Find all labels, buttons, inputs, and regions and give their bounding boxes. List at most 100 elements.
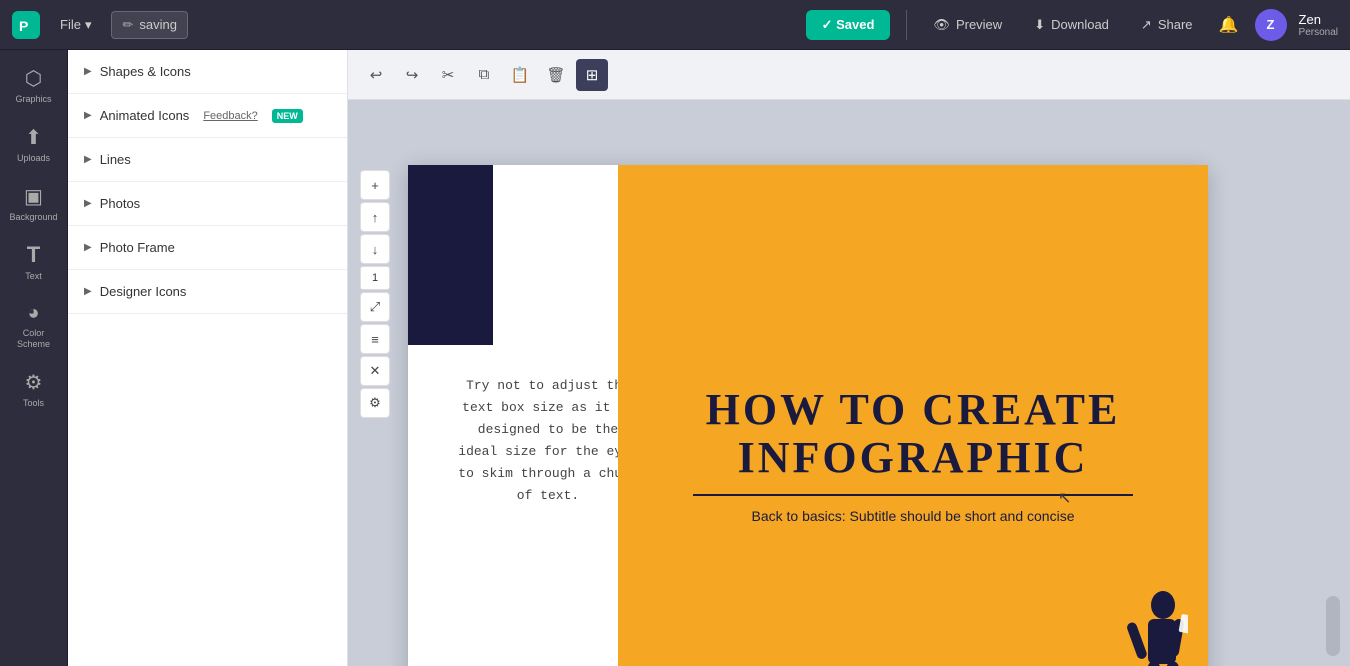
undo-button[interactable]: ↩ — [360, 59, 392, 91]
canvas-title-line1: HOW TO CREATE — [706, 386, 1121, 434]
animated-icons-header[interactable]: ▶ Animated Icons Feedback? NEW — [68, 94, 347, 137]
user-role: Personal — [1299, 27, 1338, 38]
sidebar-item-graphics-label: Graphics — [15, 94, 51, 105]
photos-label: Photos — [100, 196, 140, 211]
sidebar-item-uploads[interactable]: ⬆ Uploads — [5, 117, 63, 172]
grid-button[interactable]: ⊞ — [576, 59, 608, 91]
chevron-right-icon: ▶ — [84, 66, 92, 77]
download-icon: ⬇ — [1034, 17, 1045, 33]
preview-icon: 👁 — [933, 17, 950, 33]
canvas-work[interactable]: + ↑ ↓ 1 ⤢ ≡ ✕ ⚙ Try not to adjust the te… — [348, 100, 1350, 666]
sidebar-item-tools[interactable]: ⚙ Tools — [5, 362, 63, 417]
sidebar-item-color-scheme[interactable]: ◕ Color Scheme — [5, 294, 63, 358]
expand-up-button[interactable]: ↑ — [360, 202, 390, 232]
canvas-title-divider — [693, 494, 1133, 496]
lines-label: Lines — [100, 152, 131, 167]
share-icon: ↗ — [1141, 17, 1152, 33]
copy-button[interactable]: ⧉ — [468, 59, 500, 91]
close-float-button[interactable]: ✕ — [360, 356, 390, 386]
canvas-title-line2: INFOGRAPHIC — [706, 434, 1121, 482]
sidebar-item-text[interactable]: T Text — [5, 234, 63, 290]
download-button[interactable]: ⬇ Download — [1024, 11, 1119, 39]
chevron-right-icon-6: ▶ — [84, 286, 92, 297]
sidebar-item-background-label: Background — [9, 212, 57, 223]
canvas-person-figure — [1108, 585, 1188, 666]
sidebar-item-graphics[interactable]: ⬡ Graphics — [5, 58, 63, 113]
shapes-icons-header[interactable]: ▶ Shapes & Icons — [68, 50, 347, 93]
sidebar-item-text-label: Text — [25, 271, 42, 282]
user-name: Zen — [1299, 12, 1338, 27]
text-icon: T — [27, 242, 40, 268]
canvas-dark-block — [408, 165, 493, 345]
panel-section-designer-icons: ▶ Designer Icons — [68, 270, 347, 314]
share-button[interactable]: ↗ Share — [1131, 11, 1203, 39]
delete-button[interactable]: 🗑 — [540, 59, 572, 91]
notification-button[interactable]: 🔔 — [1215, 11, 1243, 39]
share-label: Share — [1158, 17, 1193, 32]
scrollbar-vertical[interactable] — [1326, 596, 1340, 656]
photos-header[interactable]: ▶ Photos — [68, 182, 347, 225]
chevron-right-icon-5: ▶ — [84, 242, 92, 253]
panel-section-photos: ▶ Photos — [68, 182, 347, 226]
preview-button[interactable]: 👁 Preview — [923, 11, 1012, 39]
header: P File ▾ ✏ saving ✓ Saved 👁 Preview ⬇ Do… — [0, 0, 1350, 50]
preview-label: Preview — [956, 17, 1002, 32]
file-menu[interactable]: File ▾ — [52, 13, 99, 37]
canvas-main-title: HOW TO CREATE INFOGRAPHIC — [706, 386, 1121, 483]
filename-input[interactable]: ✏ saving — [111, 11, 187, 39]
file-menu-label: File — [60, 17, 81, 32]
sidebar-item-uploads-label: Uploads — [17, 153, 50, 164]
avatar[interactable]: Z — [1255, 9, 1287, 41]
chevron-right-icon-3: ▶ — [84, 154, 92, 165]
new-badge: NEW — [272, 109, 303, 123]
user-info: Zen Personal — [1299, 12, 1338, 38]
feedback-link[interactable]: Feedback? — [203, 110, 257, 122]
page-number: 1 — [360, 266, 390, 290]
uploads-icon: ⬆ — [25, 125, 42, 150]
download-label: Download — [1051, 17, 1109, 32]
shapes-icons-label: Shapes & Icons — [100, 64, 191, 79]
graphics-icon: ⬡ — [25, 66, 42, 91]
sidebar: ⬡ Graphics ⬆ Uploads ▣ Background T Text… — [0, 50, 68, 666]
canvas-area: ↩ ↪ ✂ ⧉ 📋 🗑 ⊞ + ↑ ↓ 1 ⤢ ≡ ✕ ⚙ — [348, 50, 1350, 666]
pencil-icon: ✏ — [122, 17, 133, 33]
canvas-subtitle: Back to basics: Subtitle should be short… — [752, 508, 1075, 524]
saved-button[interactable]: ✓ Saved — [806, 10, 891, 40]
panel-section-photo-frame: ▶ Photo Frame — [68, 226, 347, 270]
canvas-right-panel: HOW TO CREATE INFOGRAPHIC Back to basics… — [618, 165, 1208, 666]
panel-section-lines: ▶ Lines — [68, 138, 347, 182]
canvas-body-text: Try not to adjust the text box size as i… — [458, 375, 638, 508]
fit-button[interactable]: ⤢ — [360, 292, 390, 322]
main-layout: ⬡ Graphics ⬆ Uploads ▣ Background T Text… — [0, 50, 1350, 666]
design-canvas[interactable]: Try not to adjust the text box size as i… — [408, 165, 1208, 666]
cut-button[interactable]: ✂ — [432, 59, 464, 91]
animated-icons-label: Animated Icons — [100, 108, 190, 123]
canvas-body-text-content: Try not to adjust the text box size as i… — [458, 378, 637, 503]
redo-button[interactable]: ↪ — [396, 59, 428, 91]
float-toolbar: + ↑ ↓ 1 ⤢ ≡ ✕ ⚙ — [360, 170, 390, 418]
add-page-button[interactable]: + — [360, 170, 390, 200]
lines-header[interactable]: ▶ Lines — [68, 138, 347, 181]
background-icon: ▣ — [24, 184, 43, 209]
designer-icons-header[interactable]: ▶ Designer Icons — [68, 270, 347, 313]
sidebar-item-background[interactable]: ▣ Background — [5, 176, 63, 231]
filename-text: saving — [139, 17, 177, 32]
settings-float-button[interactable]: ⚙ — [360, 388, 390, 418]
header-divider — [906, 10, 907, 40]
chevron-right-icon-4: ▶ — [84, 198, 92, 209]
canvas-toolbar: ↩ ↪ ✂ ⧉ 📋 🗑 ⊞ — [348, 50, 1350, 100]
designer-icons-label: Designer Icons — [100, 284, 187, 299]
sidebar-item-tools-label: Tools — [23, 398, 44, 409]
app-logo: P — [12, 11, 40, 39]
paste-button[interactable]: 📋 — [504, 59, 536, 91]
expand-down-button[interactable]: ↓ — [360, 234, 390, 264]
sidebar-item-color-scheme-label: Color Scheme — [9, 328, 59, 350]
panel-section-shapes-icons: ▶ Shapes & Icons — [68, 50, 347, 94]
list-button[interactable]: ≡ — [360, 324, 390, 354]
chevron-right-icon-2: ▶ — [84, 110, 92, 121]
panel: ▶ Shapes & Icons ▶ Animated Icons Feedba… — [68, 50, 348, 666]
photo-frame-label: Photo Frame — [100, 240, 175, 255]
svg-text:P: P — [19, 18, 28, 34]
tools-icon: ⚙ — [25, 370, 43, 395]
photo-frame-header[interactable]: ▶ Photo Frame — [68, 226, 347, 269]
